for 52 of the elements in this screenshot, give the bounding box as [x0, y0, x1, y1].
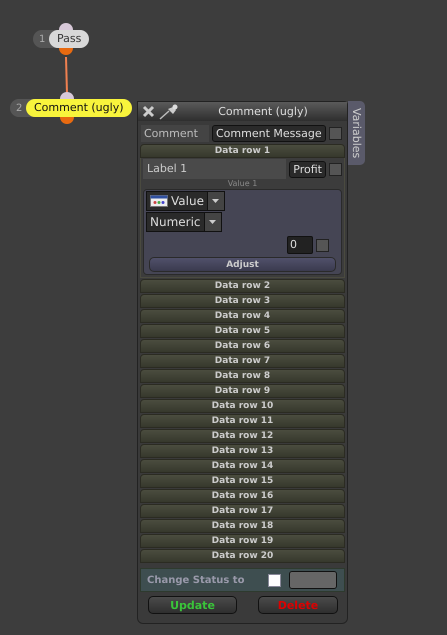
- variables-tab[interactable]: Variables: [348, 101, 365, 165]
- data-row-header[interactable]: Data row 8: [140, 369, 345, 383]
- data-row-header[interactable]: Data row 2: [140, 279, 345, 293]
- comment-message-button[interactable]: Comment Message: [212, 124, 326, 142]
- data-row-header[interactable]: Data row 17: [140, 504, 345, 518]
- status-label: Change Status to: [147, 574, 246, 586]
- close-icon[interactable]: [142, 105, 155, 118]
- data-row-header[interactable]: Data row 7: [140, 354, 345, 368]
- checkbox[interactable]: [268, 574, 281, 586]
- table-icon: [150, 195, 168, 207]
- data-row-header[interactable]: Data row 6: [140, 339, 345, 353]
- data-row-header[interactable]: Data row 11: [140, 414, 345, 428]
- data-row-header[interactable]: Data row 19: [140, 534, 345, 548]
- value-caption: Value 1: [226, 179, 258, 189]
- checkbox[interactable]: [316, 238, 329, 252]
- update-button[interactable]: Update: [148, 596, 237, 614]
- checkbox[interactable]: [329, 162, 342, 176]
- status-field[interactable]: [289, 571, 337, 589]
- panel-title: Comment (ugly): [217, 105, 309, 118]
- input-pin[interactable]: [59, 23, 73, 30]
- node-label[interactable]: Comment (ugly): [26, 99, 132, 117]
- node-number: 2: [16, 102, 24, 114]
- data-row-header[interactable]: Data row 4: [140, 309, 345, 323]
- label-field[interactable]: Label 1: [143, 159, 286, 179]
- data-row-header[interactable]: Data row 12: [140, 429, 345, 443]
- number-field[interactable]: 0: [287, 236, 313, 254]
- output-pin[interactable]: [59, 48, 73, 55]
- data-row-header[interactable]: Data row 14: [140, 459, 345, 473]
- data-row-header[interactable]: Data row 9: [140, 384, 345, 398]
- output-pin[interactable]: [60, 117, 74, 124]
- data-row-header[interactable]: Data row 13: [140, 444, 345, 458]
- input-pin[interactable]: [60, 92, 74, 99]
- checkbox[interactable]: [328, 126, 342, 140]
- data-row-header[interactable]: Data row 16: [140, 489, 345, 503]
- dropdown[interactable]: Numeric: [146, 212, 222, 232]
- adjust-button[interactable]: Adjust: [149, 257, 336, 272]
- caret-icon: [212, 199, 220, 203]
- data-row-header[interactable]: Data row 15: [140, 474, 345, 488]
- data-row-header[interactable]: Data row 20: [140, 549, 345, 563]
- data-row-header[interactable]: Data row 1: [140, 144, 345, 158]
- node-number: 1: [39, 34, 46, 44]
- node-label[interactable]: Pass: [49, 30, 90, 48]
- data-row-header[interactable]: Data row 5: [140, 324, 345, 338]
- data-row-header[interactable]: Data row 10: [140, 399, 345, 413]
- data-row-header[interactable]: Data row 18: [140, 519, 345, 533]
- caret-icon: [209, 220, 216, 224]
- comment-label: Comment: [141, 124, 209, 142]
- pin-icon[interactable]: [159, 104, 179, 120]
- connector-line: [65, 56, 68, 94]
- dropdown[interactable]: Value: [146, 191, 225, 211]
- data-row-header[interactable]: Data row 3: [140, 294, 345, 308]
- profit-button[interactable]: Profit: [289, 160, 326, 178]
